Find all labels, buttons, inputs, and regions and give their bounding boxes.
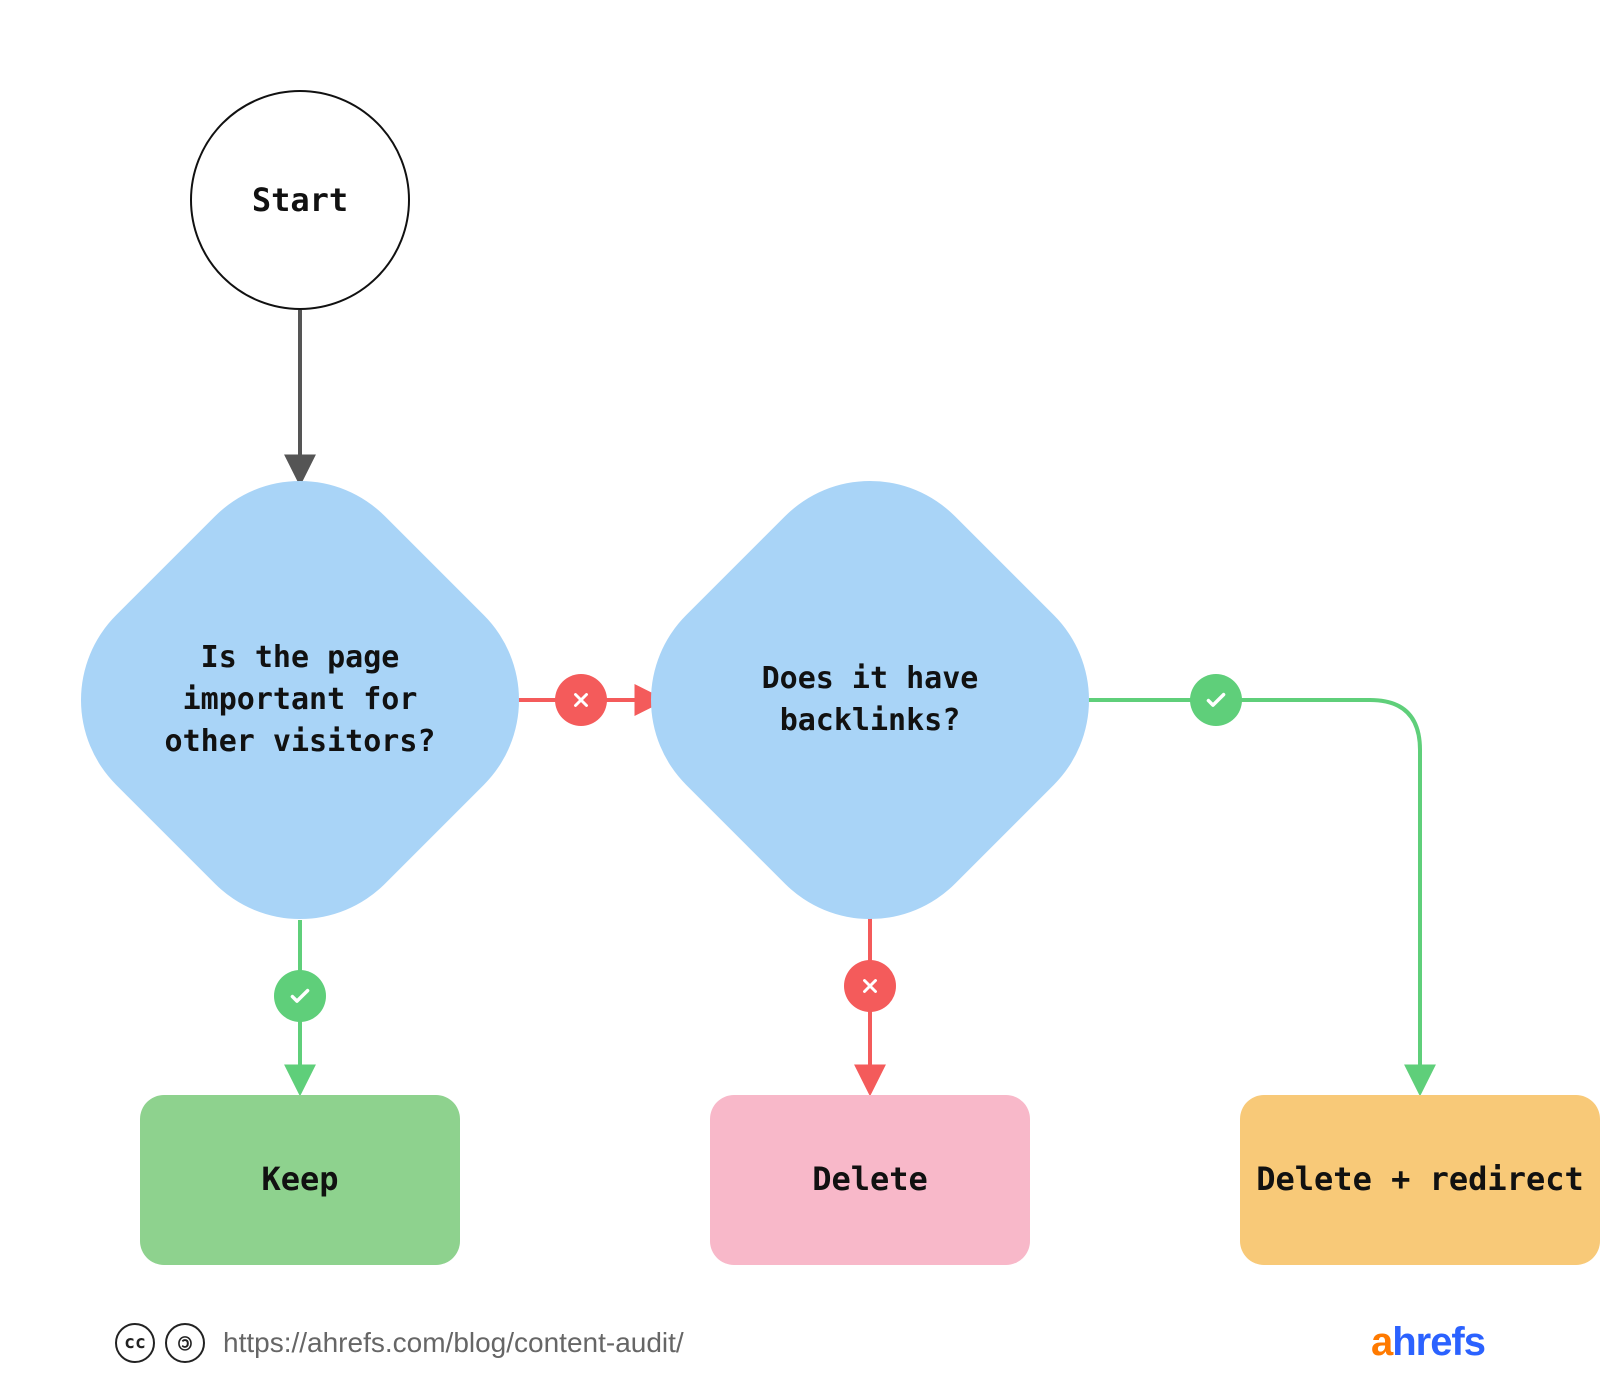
decision-backlinks-label: Does it have backlinks? xyxy=(720,658,1020,742)
check-icon xyxy=(1190,674,1242,726)
decision-important-label: Is the page important for other visitors… xyxy=(150,637,450,763)
x-icon xyxy=(844,960,896,1012)
start-node: Start xyxy=(190,90,410,310)
ahrefs-logo-a: a xyxy=(1371,1320,1392,1364)
action-keep: Keep xyxy=(140,1095,460,1265)
flowchart-canvas: Start Is the page important for other vi… xyxy=(0,0,1600,1394)
action-keep-label: Keep xyxy=(261,1159,338,1201)
action-delete-label: Delete xyxy=(812,1159,928,1201)
edge-d2-yes xyxy=(1060,700,1420,1090)
ahrefs-logo: ahrefs xyxy=(1371,1320,1485,1365)
x-icon xyxy=(555,674,607,726)
cc-icon: cc xyxy=(115,1323,155,1363)
cc-by-icon: 🄯 xyxy=(165,1323,205,1363)
footer: cc 🄯 https://ahrefs.com/blog/content-aud… xyxy=(115,1320,1485,1365)
action-delete-redirect: Delete + redirect xyxy=(1240,1095,1600,1265)
start-label: Start xyxy=(252,181,348,219)
source-url: https://ahrefs.com/blog/content-audit/ xyxy=(223,1327,1371,1359)
cc-license-icons: cc 🄯 xyxy=(115,1323,205,1363)
action-delete-redirect-label: Delete + redirect xyxy=(1256,1159,1584,1201)
ahrefs-logo-rest: hrefs xyxy=(1392,1320,1485,1364)
action-delete: Delete xyxy=(710,1095,1030,1265)
check-icon xyxy=(274,970,326,1022)
